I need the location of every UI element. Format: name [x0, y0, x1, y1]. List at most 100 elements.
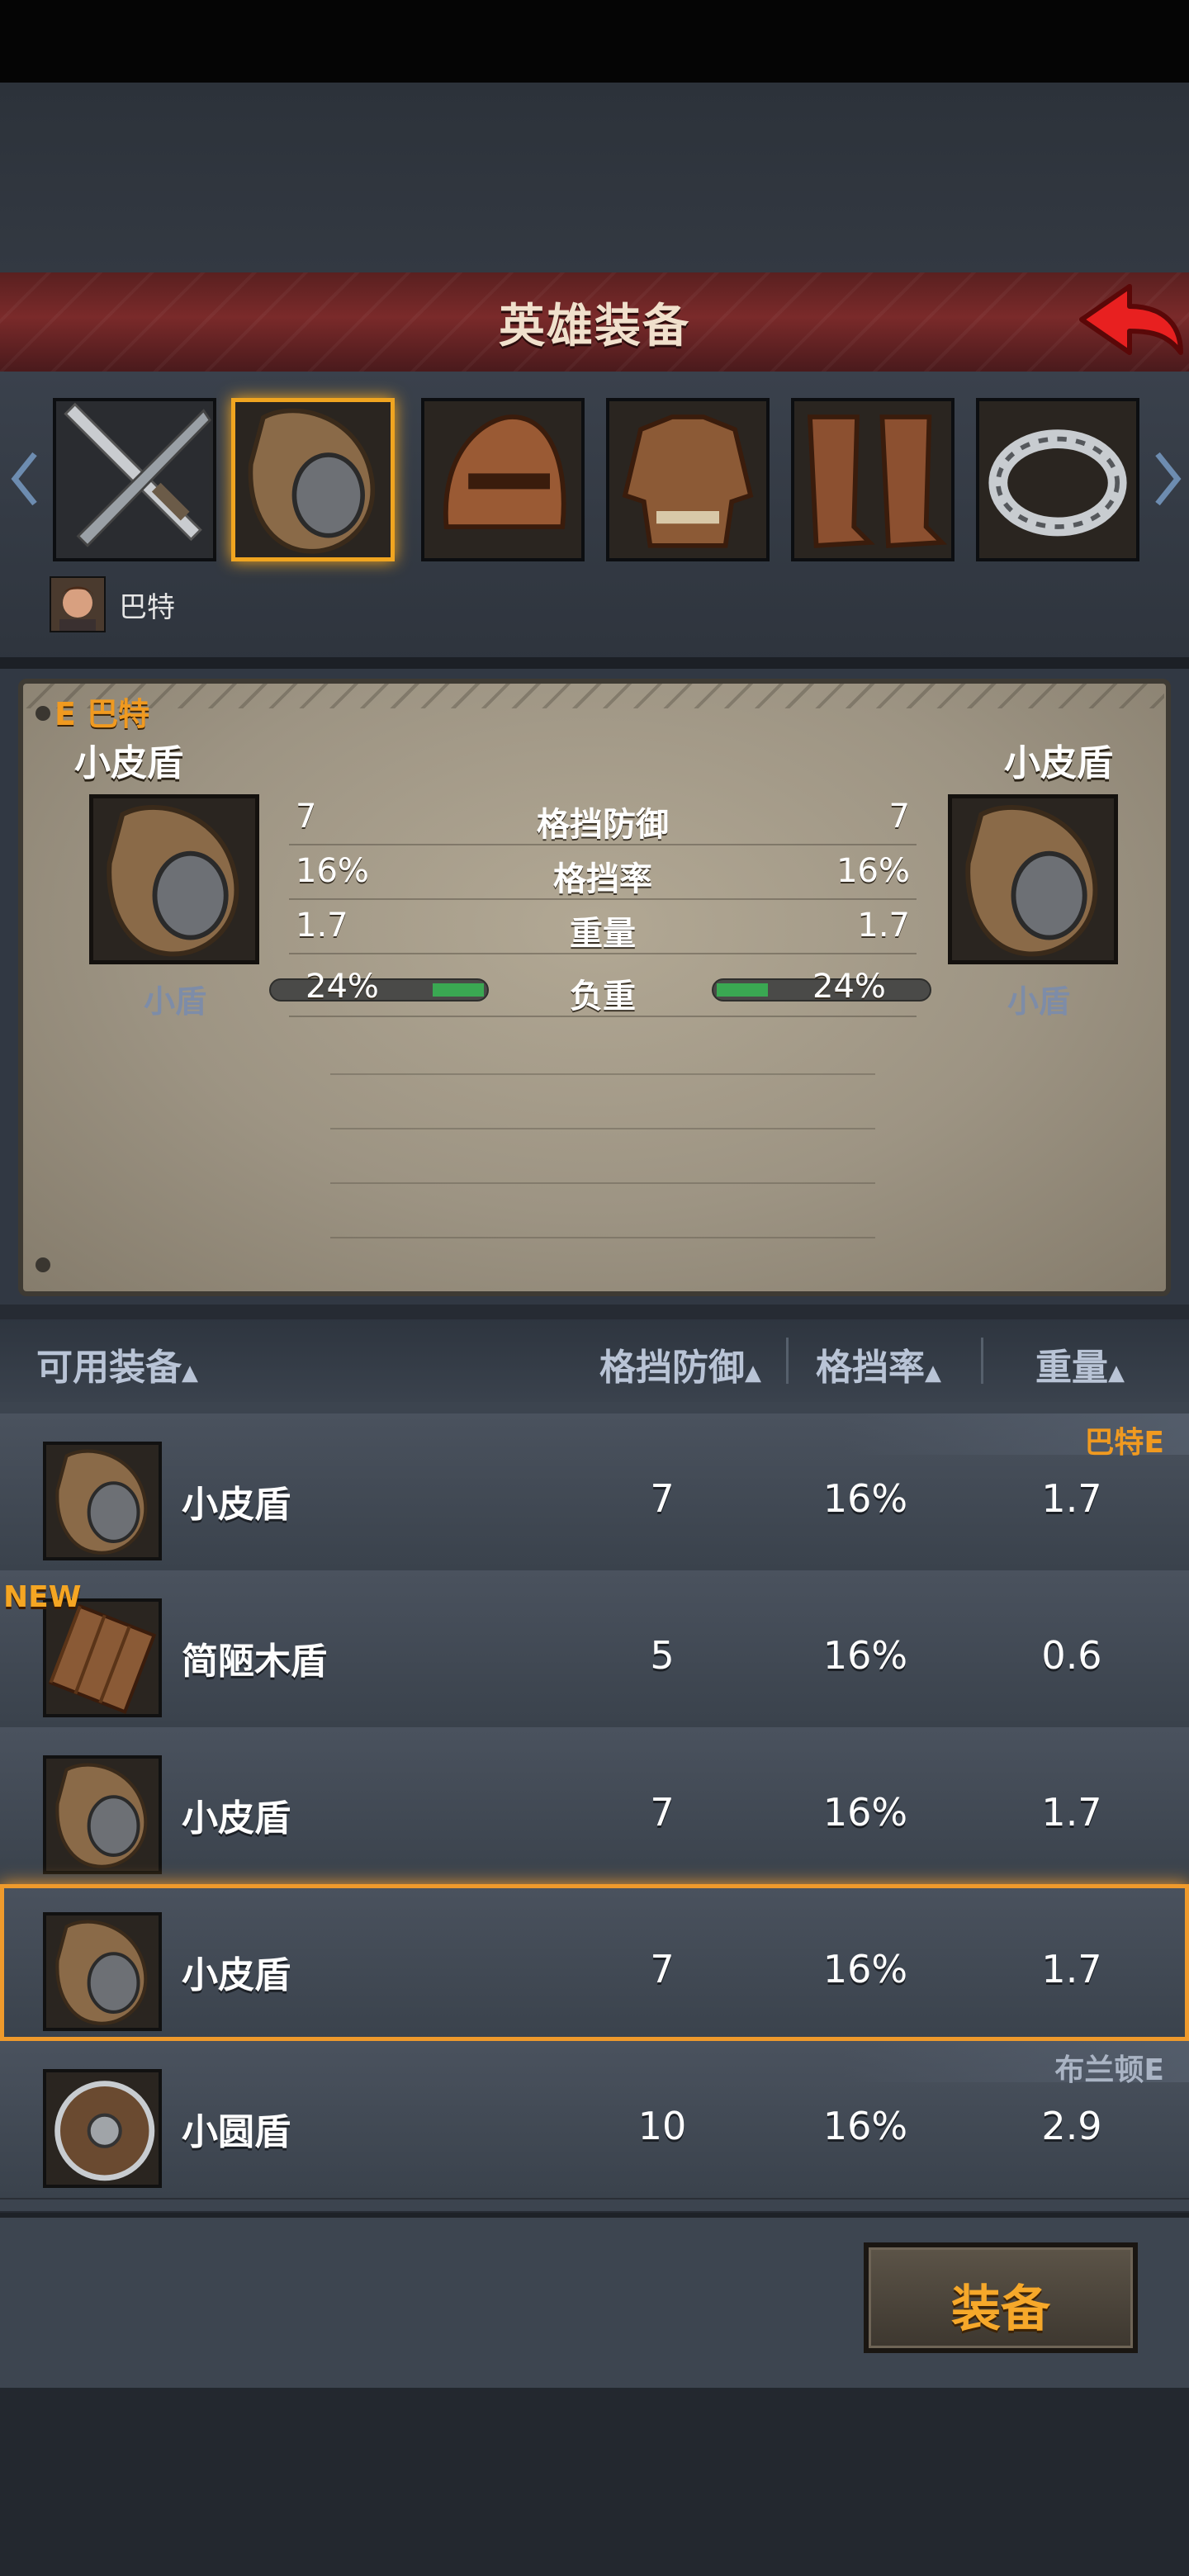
item-block-rate: 16% [822, 2104, 908, 2148]
stat-row-block-rate: 16% 格挡率 16% [289, 845, 917, 900]
status-bar [0, 0, 1189, 83]
header-available-equipment[interactable]: 可用装备▲ [36, 1338, 198, 1390]
sort-icon: ▲ [182, 1361, 198, 1385]
chevron-right-icon[interactable] [1151, 446, 1184, 512]
nail-icon [36, 706, 50, 721]
load-value-selected: 24% [812, 968, 886, 1006]
item-name: 小皮盾 [182, 1797, 291, 1840]
shield-icon [952, 798, 1114, 960]
item-weight: 2.9 [1041, 2104, 1102, 2148]
top-background [0, 83, 1189, 272]
leather-shield-icon [46, 1759, 159, 1871]
item-block-defense: 10 [637, 2104, 687, 2148]
bottom-background [0, 2388, 1189, 2576]
helmet-icon [424, 401, 581, 558]
stat-value-selected: 7 [888, 798, 910, 836]
item-block-rate: 16% [822, 1633, 908, 1678]
item-block-rate: 16% [822, 1476, 908, 1521]
current-item-icon [89, 794, 259, 964]
parchment-border [25, 684, 1164, 708]
divider [330, 1073, 875, 1075]
header-weight[interactable]: 重量▲ [1035, 1338, 1125, 1390]
item-name: 小圆盾 [182, 2111, 291, 2153]
item-name: 小皮盾 [182, 1484, 291, 1526]
header-divider [786, 1338, 789, 1384]
header-divider [981, 1338, 983, 1384]
header-block-rate[interactable]: 格挡率▲ [816, 1338, 941, 1390]
load-bar-fill [433, 983, 484, 997]
avatar [50, 576, 106, 632]
item-icon [43, 1912, 162, 2031]
item-block-rate: 16% [822, 1947, 908, 1991]
slot-ring[interactable] [976, 398, 1139, 561]
owner-tag: E 巴特 [54, 696, 150, 732]
back-arrow-icon [1079, 284, 1183, 355]
item-name: 小皮盾 [182, 1954, 291, 1996]
equipped-by-label: 巴特E [1084, 1426, 1164, 1460]
stat-value-selected: 16% [836, 852, 910, 890]
list-item[interactable]: 小皮盾 7 16% 1.7 [0, 1727, 1189, 1886]
load-value-current: 24% [306, 968, 379, 1006]
header-label: 格挡率 [816, 1347, 925, 1389]
slot-armor[interactable] [606, 398, 770, 561]
item-icon [43, 1598, 162, 1717]
list-item-selected[interactable]: 小皮盾 7 16% 1.7 [0, 1884, 1189, 2043]
wooden-shield-icon [46, 1602, 159, 1714]
slot-weapon[interactable] [53, 398, 216, 561]
sword-icon [56, 401, 213, 558]
load-bar-current [269, 978, 489, 1002]
current-item-name: 小皮盾 [74, 742, 183, 784]
shield-icon [235, 402, 391, 557]
item-name: 简陋木盾 [182, 1641, 327, 1683]
slot-boots[interactable] [791, 398, 955, 561]
list-item[interactable]: 布兰顿E 小圆盾 10 16% 2.9 [0, 2041, 1189, 2200]
selected-item-icon [948, 794, 1118, 964]
leather-shield-icon [46, 1915, 159, 2028]
slot-shield[interactable] [231, 398, 395, 561]
header-label: 可用装备 [36, 1347, 182, 1389]
header-label: 重量 [1035, 1347, 1108, 1389]
new-badge: NEW [3, 1580, 82, 1614]
sort-icon: ▲ [745, 1361, 761, 1385]
sort-icon: ▲ [1108, 1361, 1125, 1385]
stat-label: 格挡率 [553, 860, 652, 898]
divider [330, 1237, 875, 1238]
boots-icon [794, 401, 951, 558]
header-block-defense[interactable]: 格挡防御▲ [599, 1338, 761, 1390]
item-icon [43, 1442, 162, 1560]
slot-helmet[interactable] [421, 398, 585, 561]
divider [330, 1182, 875, 1184]
round-shield-icon [46, 2072, 159, 2185]
item-block-defense: 7 [650, 1476, 675, 1521]
hero-name: 巴特 [119, 591, 175, 624]
item-weight: 0.6 [1041, 1633, 1102, 1678]
item-icon [43, 1755, 162, 1874]
armor-icon [609, 401, 766, 558]
ring-icon [979, 401, 1136, 558]
stat-label: 格挡防御 [537, 806, 669, 844]
stat-row-block-defense: 7 格挡防御 7 [289, 791, 917, 845]
page-title: 英雄装备 [499, 300, 690, 353]
list-item[interactable]: NEW 简陋木盾 5 16% 0.6 [0, 1570, 1189, 1729]
stat-row-weight: 1.7 重量 1.7 [289, 900, 917, 954]
selected-item-type: 小盾 [1007, 983, 1071, 1020]
stat-value-selected: 1.7 [857, 907, 910, 945]
item-block-defense: 5 [650, 1633, 675, 1678]
equip-button-label: 装备 [951, 2280, 1050, 2338]
item-block-defense: 7 [650, 1947, 675, 1991]
stat-label: 重量 [570, 915, 636, 953]
header-label: 格挡防御 [599, 1347, 745, 1389]
item-weight: 1.7 [1041, 1947, 1102, 1991]
leather-shield-icon [46, 1445, 159, 1557]
divider [330, 1128, 875, 1129]
shield-icon [93, 798, 255, 960]
list-item[interactable]: 巴特E 小皮盾 7 16% 1.7 [0, 1413, 1189, 1572]
load-bar-fill [717, 983, 768, 997]
item-icon [43, 2069, 162, 2188]
back-button[interactable] [1065, 277, 1189, 367]
item-weight: 1.7 [1041, 1790, 1102, 1835]
chevron-left-icon[interactable] [8, 446, 41, 512]
selected-item-name: 小皮盾 [1004, 742, 1113, 784]
sort-icon: ▲ [925, 1361, 941, 1385]
current-item-type: 小盾 [144, 983, 207, 1020]
